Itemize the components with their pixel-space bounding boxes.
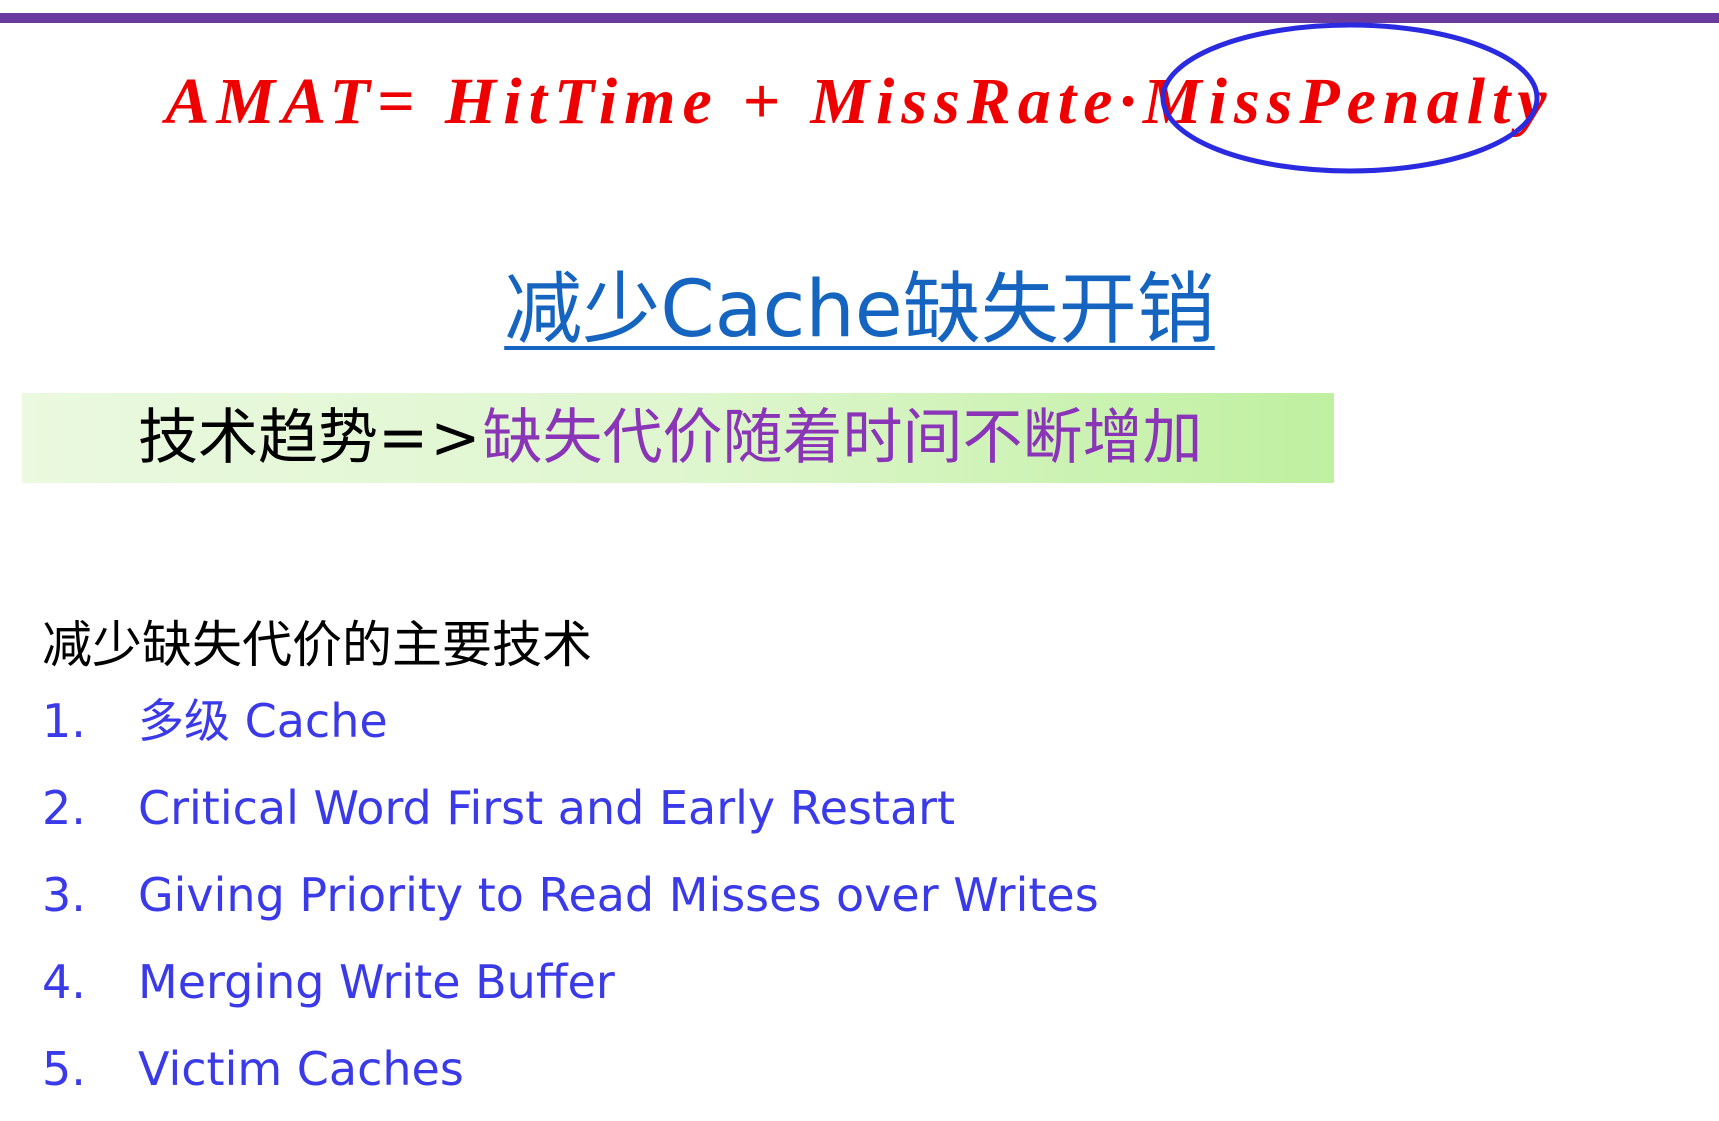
- formula-hit-time: HitTime: [444, 65, 719, 138]
- slide-title: 减少Cache缺失开销: [504, 265, 1215, 355]
- trend-arrow: =>: [378, 403, 483, 473]
- list-item: 2. Critical Word First and Early Restart: [42, 773, 1099, 860]
- formula-dot: ·: [1119, 65, 1143, 138]
- list-item: 4. Merging Write Buffer: [42, 947, 1099, 1034]
- list-item-number: 2.: [42, 781, 86, 835]
- trend-suffix: 缺失代价随着时间不断增加: [482, 403, 1203, 473]
- formula-lhs: AMAT: [165, 65, 377, 138]
- formula-plus: +: [742, 65, 787, 138]
- list-item-number: 1.: [42, 694, 86, 748]
- list-item-label: Critical Word First and Early Restart: [138, 781, 956, 835]
- trend-statement: 技术趋势=>缺失代价随着时间不断增加: [138, 393, 1203, 483]
- formula-equals: =: [376, 65, 422, 138]
- top-rule: [0, 13, 1719, 23]
- list-item-label: Giving Priority to Read Misses over Writ…: [138, 868, 1099, 922]
- list-item-label: 多级 Cache: [138, 694, 388, 748]
- list-item-number: 4.: [42, 955, 86, 1009]
- list-item: 1. 多级 Cache: [42, 686, 1099, 773]
- list-item: 5. Victim Caches: [42, 1034, 1099, 1121]
- list-item-number: 3.: [42, 868, 86, 922]
- formula-miss-penalty: MissPenalty: [1142, 65, 1554, 138]
- list-item-label: Victim Caches: [138, 1042, 464, 1096]
- list-item-label: Merging Write Buffer: [138, 955, 615, 1009]
- list-item-number: 5.: [42, 1042, 86, 1096]
- techniques-list: 1. 多级 Cache 2. Critical Word First and E…: [42, 686, 1099, 1121]
- amat-formula: AMAT= HitTime + MissRate·MissPenalty: [0, 52, 1719, 152]
- techniques-heading: 减少缺失代价的主要技术: [42, 616, 592, 674]
- trend-prefix: 技术趋势: [138, 403, 378, 473]
- formula-miss-rate: MissRate: [810, 65, 1120, 138]
- list-item: 3. Giving Priority to Read Misses over W…: [42, 860, 1099, 947]
